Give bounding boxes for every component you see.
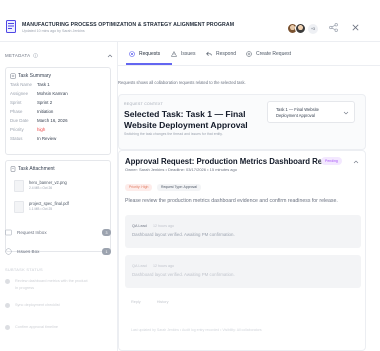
chevron-down-icon (343, 111, 349, 115)
request-type-pill: Request Type: Approval (157, 184, 201, 191)
clipboard-icon (10, 73, 16, 79)
plus-circle-icon (246, 51, 252, 57)
subtask-status-label: SUBTASK STATUS (5, 267, 43, 272)
subtask-text: In progress (15, 286, 34, 290)
status-badge: Pending (321, 157, 342, 165)
selected-task-title: Selected Task: Task 1 — Final Website De… (124, 109, 248, 130)
target-icon (129, 51, 135, 57)
task-summary-title: Task Summary (18, 73, 52, 79)
issue-icon (5, 248, 12, 255)
file-meta: 2.4 MB • Oct 26 (29, 186, 53, 190)
tab-label: Create Request (256, 51, 292, 57)
close-icon[interactable] (351, 23, 360, 32)
request-subtabs: Reply History (131, 300, 185, 304)
issues-box-item[interactable]: Issues Box 1 (5, 247, 111, 257)
subtask-text: Review dashboard metrics with the produc… (15, 279, 88, 283)
sidebar: METADATA Task Summary Task Name Task 1 As… (0, 42, 118, 351)
request-footer: Last updated by Sarah Jenkins • Audit lo… (131, 328, 262, 332)
file-name: project_spec_final.pdf (29, 201, 69, 206)
request-context-card: REQUEST CONTEXT Selected Task: Task 1 — … (118, 94, 366, 150)
metadata-header[interactable]: METADATA (5, 52, 113, 62)
context-hint: Switching the task changes the thread an… (124, 132, 223, 136)
summary-row-priority: Priority high (10, 127, 46, 132)
comment-note: QA Lead 12 hours ago Dashboard layout ve… (125, 215, 361, 248)
comment-time: 12 hours ago (153, 264, 174, 268)
document-icon (6, 20, 16, 33)
comment-note: QA Lead 12 hours ago Dashboard layout ve… (125, 255, 361, 288)
tab-label: Issues (181, 51, 196, 57)
tab-label: Requests (139, 51, 161, 57)
summary-row-sprint: Sprint Sprint 2 (10, 100, 53, 105)
inbox-icon (5, 229, 12, 236)
task-select-value-line2: Deployment Approval (276, 113, 315, 118)
attachment-file[interactable]: project_spec_final.pdf 1.1 MB • Oct 25 (14, 200, 108, 220)
request-inbox-count: 3 (102, 229, 111, 236)
file-meta: 1.1 MB • Oct 25 (29, 207, 53, 211)
collaborator-avatars[interactable]: +3 (287, 23, 318, 34)
summary-row-task-name: Task Name Task 1 (10, 82, 50, 87)
status-dot-icon (5, 303, 10, 308)
page-subtitle: Updated 10 mins ago by Sarah Jenkins (22, 29, 85, 33)
request-title: Approval Request: Production Metrics Das… (125, 157, 340, 166)
image-file-icon (14, 180, 24, 192)
priority-pill: Priority: High (125, 184, 153, 191)
extra-collaborators-badge[interactable]: +3 (308, 23, 318, 34)
summary-row-phase: Phase Initiation (10, 109, 54, 114)
request-context-label: REQUEST CONTEXT (124, 102, 164, 106)
active-tab-indicator (126, 63, 172, 65)
summary-row-due-date: Due Date March 16, 2026 (10, 118, 68, 123)
subtab-history[interactable]: History (157, 300, 169, 304)
task-select[interactable]: Task 1 — Final Website Deployment Approv… (267, 101, 355, 123)
status-dot-icon (5, 279, 10, 284)
subtab-reply[interactable]: Reply (131, 300, 141, 304)
page-title: MANUFACTURING PROCESS OPTIMIZATION & STR… (22, 22, 235, 28)
comment-text: Dashboard layout verified. Awaiting PM c… (132, 272, 235, 277)
task-summary-card: Task Summary Task Name Task 1 Assignee Moh… (5, 67, 111, 155)
warning-icon (171, 51, 177, 57)
pdf-file-icon (14, 201, 24, 213)
share-icon[interactable] (329, 23, 338, 32)
issues-box-label: Issues Box (17, 249, 40, 254)
comment-author: QA Lead (132, 264, 147, 268)
request-inbox-item[interactable]: Request Inbox 3 (5, 228, 111, 238)
info-icon[interactable] (33, 53, 38, 58)
tab-label: Respond (216, 51, 237, 57)
request-inbox-label: Request Inbox (17, 230, 47, 235)
subtask-text: Confirm approval timeline (15, 325, 59, 329)
request-card: Approval Request: Production Metrics Das… (118, 150, 366, 351)
issues-box-count: 1 (102, 248, 111, 255)
summary-row-status: Status In Review (10, 136, 57, 141)
task-attachment-card: Task Attachment hero_banner_v2.png 2.4 M… (5, 160, 111, 252)
request-description: Please review the production metrics das… (125, 198, 338, 204)
chevron-up-icon[interactable] (107, 53, 113, 59)
attachment-icon (10, 166, 16, 172)
summary-row-assignee: Assignee Mohsin Kamran (10, 91, 68, 96)
file-name: hero_banner_v2.png (29, 180, 67, 185)
attachment-file[interactable]: hero_banner_v2.png 2.4 MB • Oct 26 (14, 179, 108, 199)
requests-intro-text: Requests shows all collaboration request… (118, 80, 246, 85)
comment-text: Dashboard layout verified. Awaiting PM c… (132, 232, 235, 237)
task-attachment-title: Task Attachment (18, 166, 55, 172)
status-dot-icon (5, 325, 10, 330)
comment-author: QA Lead (132, 224, 147, 228)
chevron-up-icon[interactable] (353, 159, 359, 165)
request-meta: Owner: Sarah Jenkins • Deadline: 03/17/2… (125, 167, 237, 172)
avatar[interactable] (295, 23, 306, 34)
subtask-text: Sync deployment checklist (15, 303, 60, 307)
comment-time: 12 hours ago (153, 224, 174, 228)
task-select-value-line1: Task 1 — Final Website (276, 107, 319, 112)
reply-icon (206, 51, 212, 56)
app-header: MANUFACTURING PROCESS OPTIMIZATION & STR… (0, 0, 380, 42)
metadata-label: METADATA (5, 53, 31, 58)
